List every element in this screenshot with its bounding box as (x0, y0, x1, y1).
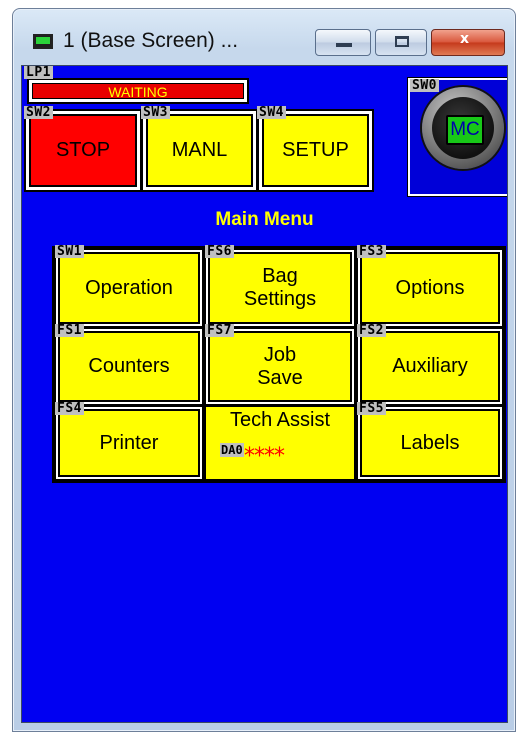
window-title: 1 (Base Screen) ... (63, 29, 239, 52)
setup-button-tag: SW4 (257, 105, 286, 120)
labels-tag: FS5 (357, 401, 386, 416)
setup-button[interactable]: SETUP (262, 114, 369, 187)
monitor-icon (33, 34, 53, 49)
minimize-button[interactable] (315, 29, 371, 56)
manual-button[interactable]: MANL (146, 114, 253, 187)
bag-settings-cell: Bag Settings (204, 248, 356, 328)
maximize-icon (395, 36, 409, 47)
mc-tag: SW0 (410, 78, 439, 93)
job-save-cell: Job Save (204, 327, 356, 406)
manl-button-tag: SW3 (141, 105, 170, 120)
options-tag: FS3 (357, 244, 386, 259)
counters-cell: Counters (54, 327, 204, 406)
auxiliary-cell: Auxiliary (356, 327, 504, 406)
printer-button[interactable]: Printer (58, 409, 200, 477)
app-window: 1 (Base Screen) ... x LP1 WAITING SW2 ST… (12, 8, 516, 732)
job-save-button[interactable]: Job Save (208, 331, 352, 402)
maximize-button[interactable] (375, 29, 427, 56)
title-bar[interactable]: 1 (Base Screen) ... x (13, 9, 515, 65)
base-screen: LP1 WAITING SW2 STOP SW3 MANL SW4 SETUP … (21, 65, 508, 723)
bag-settings-button[interactable]: Bag Settings (208, 252, 352, 324)
auxiliary-tag: FS2 (357, 323, 386, 338)
tech-assist-value: **** (244, 444, 285, 469)
mc-lens: MC (432, 97, 494, 159)
tech-assist-data-tag: DA0 (220, 443, 244, 457)
bag-settings-tag: FS6 (205, 244, 234, 259)
mc-label: MC (446, 115, 484, 145)
operation-cell: Operation (54, 248, 204, 328)
tech-assist-button[interactable]: Tech Assist DA0 **** (204, 405, 356, 481)
stop-button[interactable]: STOP (29, 114, 137, 187)
status-lamp: WAITING (27, 78, 249, 104)
status-lamp-text: WAITING (32, 83, 244, 100)
auxiliary-button[interactable]: Auxiliary (360, 331, 500, 402)
operation-button[interactable]: Operation (58, 252, 200, 324)
printer-tag: FS4 (55, 401, 84, 416)
main-menu-title: Main Menu (215, 209, 314, 230)
operation-tag: SW1 (55, 244, 84, 259)
close-button[interactable]: x (431, 29, 505, 56)
mc-pilot-light[interactable]: MC (422, 87, 504, 169)
minimize-icon (336, 43, 352, 47)
stop-button-frame: STOP (24, 109, 142, 192)
close-icon: x (460, 31, 470, 47)
lamp-tag: LP1 (24, 65, 53, 80)
mc-indicator-panel: SW0 MC (407, 77, 507, 197)
setup-button-frame: SETUP (257, 109, 374, 192)
counters-button[interactable]: Counters (58, 331, 200, 402)
labels-cell: Labels (356, 405, 504, 481)
options-cell: Options (356, 248, 504, 328)
labels-button[interactable]: Labels (360, 409, 500, 477)
stop-button-tag: SW2 (24, 105, 53, 120)
options-button[interactable]: Options (360, 252, 500, 324)
manl-button-frame: MANL (141, 109, 258, 192)
tech-assist-label: Tech Assist (229, 409, 331, 431)
counters-tag: FS1 (55, 323, 84, 338)
job-save-tag: FS7 (205, 323, 234, 338)
printer-cell: Printer (54, 405, 204, 481)
